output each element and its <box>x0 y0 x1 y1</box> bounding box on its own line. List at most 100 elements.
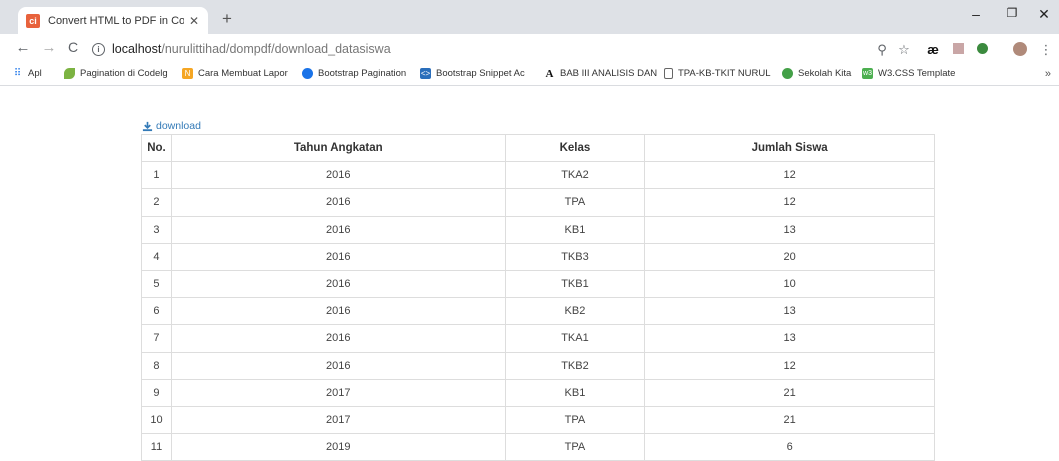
restore-icon[interactable]: ❐ <box>1002 6 1022 20</box>
bookmark-item[interactable]: Sekolah Kita <box>782 68 851 79</box>
table-cell: 20 <box>644 242 935 271</box>
table-row: 5 2016 TKB1 10 <box>141 269 935 299</box>
globe-extension-icon[interactable] <box>974 42 990 57</box>
bookmark-item[interactable]: <> Bootstrap Snippet Ac <box>420 68 525 79</box>
table-cell: 2016 <box>170 161 506 190</box>
table-cell: 2016 <box>170 188 506 217</box>
table-cell: KB2 <box>504 297 646 326</box>
table-row: 1 2016 TKA2 12 <box>141 161 935 190</box>
column-header: Tahun Angkatan <box>170 133 506 163</box>
address-bar[interactable]: i localhost/nurulittihad/dompdf/download… <box>92 38 912 60</box>
page-icon <box>664 68 673 79</box>
download-label: download <box>156 120 201 132</box>
table-cell: 9 <box>141 378 172 407</box>
table-cell: 3 <box>141 215 172 244</box>
table-cell: TKB2 <box>504 351 646 380</box>
table-cell: 6 <box>644 433 935 461</box>
table-cell: TKA1 <box>504 324 646 353</box>
table-cell: 2016 <box>170 242 506 271</box>
bookmark-item[interactable]: Bootstrap Pagination <box>302 68 406 79</box>
zoom-icon[interactable]: ⚲ <box>874 42 890 58</box>
table-cell: 13 <box>644 215 935 244</box>
column-header: Jumlah Siswa <box>644 133 935 163</box>
download-link[interactable]: download <box>142 120 201 132</box>
bookmark-item[interactable]: Pagination di Codelg <box>64 68 168 79</box>
info-icon[interactable]: i <box>92 42 105 56</box>
ae-extension-icon[interactable]: æ <box>925 42 941 57</box>
back-icon[interactable]: ← <box>14 39 32 56</box>
table-cell: 13 <box>644 324 935 353</box>
codeigniter-favicon-icon: ci <box>26 13 40 28</box>
browser-toolbar: ← → C i localhost/nurulittihad/dompdf/do… <box>0 34 1059 64</box>
w3-icon: w3 <box>862 68 873 79</box>
table-cell: 4 <box>141 242 172 271</box>
close-window-icon[interactable]: ✕ <box>1034 6 1054 23</box>
bookmark-item[interactable]: w3 W3.CSS Template <box>862 68 955 79</box>
table-header-row: No. Tahun Angkatan Kelas Jumlah Siswa <box>141 133 935 163</box>
table-cell: 2017 <box>170 405 506 435</box>
table-cell: 2019 <box>170 433 506 461</box>
table-row: 8 2016 TKB2 12 <box>141 351 935 380</box>
siswa-table: No. Tahun Angkatan Kelas Jumlah Siswa 12… <box>141 133 935 461</box>
table-cell: TPA <box>504 433 646 461</box>
table-cell: 12 <box>644 351 935 380</box>
bookmarks-bar: ⠿ Apl Pagination di Codelg N Cara Membua… <box>0 64 1059 86</box>
table-row: 2 2016 TPA 12 <box>141 188 935 217</box>
pdf-extension-icon[interactable] <box>950 42 966 57</box>
snippet-icon: <> <box>420 68 431 79</box>
column-header: No. <box>141 133 172 163</box>
table-cell: TPA <box>504 405 646 435</box>
profile-avatar-icon[interactable] <box>1012 42 1028 59</box>
table-cell: 7 <box>141 324 172 353</box>
table-cell: 21 <box>644 405 935 435</box>
table-cell: 10 <box>644 269 935 299</box>
table-cell: TPA <box>504 188 646 217</box>
url-text: localhost/nurulittihad/dompdf/download_d… <box>112 42 391 56</box>
table-cell: 2017 <box>170 378 506 407</box>
table-cell: TKA2 <box>504 161 646 190</box>
bookmark-item[interactable]: TPA-KB-TKIT NURUL <box>664 68 771 79</box>
browser-tab[interactable]: ci Convert HTML to PDF in Codelgr ✕ <box>18 7 208 34</box>
table-cell: 13 <box>644 297 935 326</box>
close-tab-icon[interactable]: ✕ <box>188 14 200 28</box>
menu-icon[interactable]: ⋮ <box>1038 42 1054 58</box>
bookmark-star-icon[interactable]: ☆ <box>896 42 912 58</box>
table-row: 4 2016 TKB3 20 <box>141 242 935 271</box>
apps-grid-icon: ⠿ <box>13 68 22 79</box>
table-row: 9 2017 KB1 21 <box>141 378 935 407</box>
table-row: 11 2019 TPA 6 <box>141 433 935 461</box>
leaf-icon <box>64 68 75 79</box>
nb-icon: N <box>182 68 193 79</box>
table-cell: TKB3 <box>504 242 646 271</box>
table-cell: 1 <box>141 161 172 190</box>
table-cell: 21 <box>644 378 935 407</box>
green-logo-icon <box>782 68 793 79</box>
table-cell: KB1 <box>504 378 646 407</box>
table-cell: 2016 <box>170 297 506 326</box>
table-row: 10 2017 TPA 21 <box>141 405 935 435</box>
reload-icon[interactable]: C <box>64 39 82 55</box>
table-cell: 12 <box>644 188 935 217</box>
table-row: 7 2016 TKA1 13 <box>141 324 935 353</box>
table-cell: 2016 <box>170 215 506 244</box>
more-bookmarks-icon[interactable]: » <box>1045 68 1051 80</box>
table-cell: 2 <box>141 188 172 217</box>
download-icon <box>142 121 153 131</box>
bookmark-item[interactable]: N Cara Membuat Lapor <box>182 68 288 79</box>
minimize-icon[interactable]: – <box>966 6 986 22</box>
bookmark-item[interactable]: ⠿ Apl <box>12 68 42 79</box>
table-row: 3 2016 KB1 13 <box>141 215 935 244</box>
table-cell: 11 <box>141 433 172 461</box>
forward-icon[interactable]: → <box>40 39 58 56</box>
letter-a-icon: A <box>545 67 554 80</box>
bookmark-item[interactable]: A BAB III ANALISIS DAN <box>544 67 658 80</box>
table-row: 6 2016 KB2 13 <box>141 297 935 326</box>
table-cell: 2016 <box>170 324 506 353</box>
table-cell: 12 <box>644 161 935 190</box>
table-cell: 2016 <box>170 351 506 380</box>
table-cell: 5 <box>141 269 172 299</box>
table-cell: KB1 <box>504 215 646 244</box>
tab-title: Convert HTML to PDF in Codelgr <box>48 14 185 27</box>
new-tab-icon[interactable]: + <box>222 9 232 29</box>
tab-strip: ci Convert HTML to PDF in Codelgr ✕ + – … <box>0 0 1059 34</box>
